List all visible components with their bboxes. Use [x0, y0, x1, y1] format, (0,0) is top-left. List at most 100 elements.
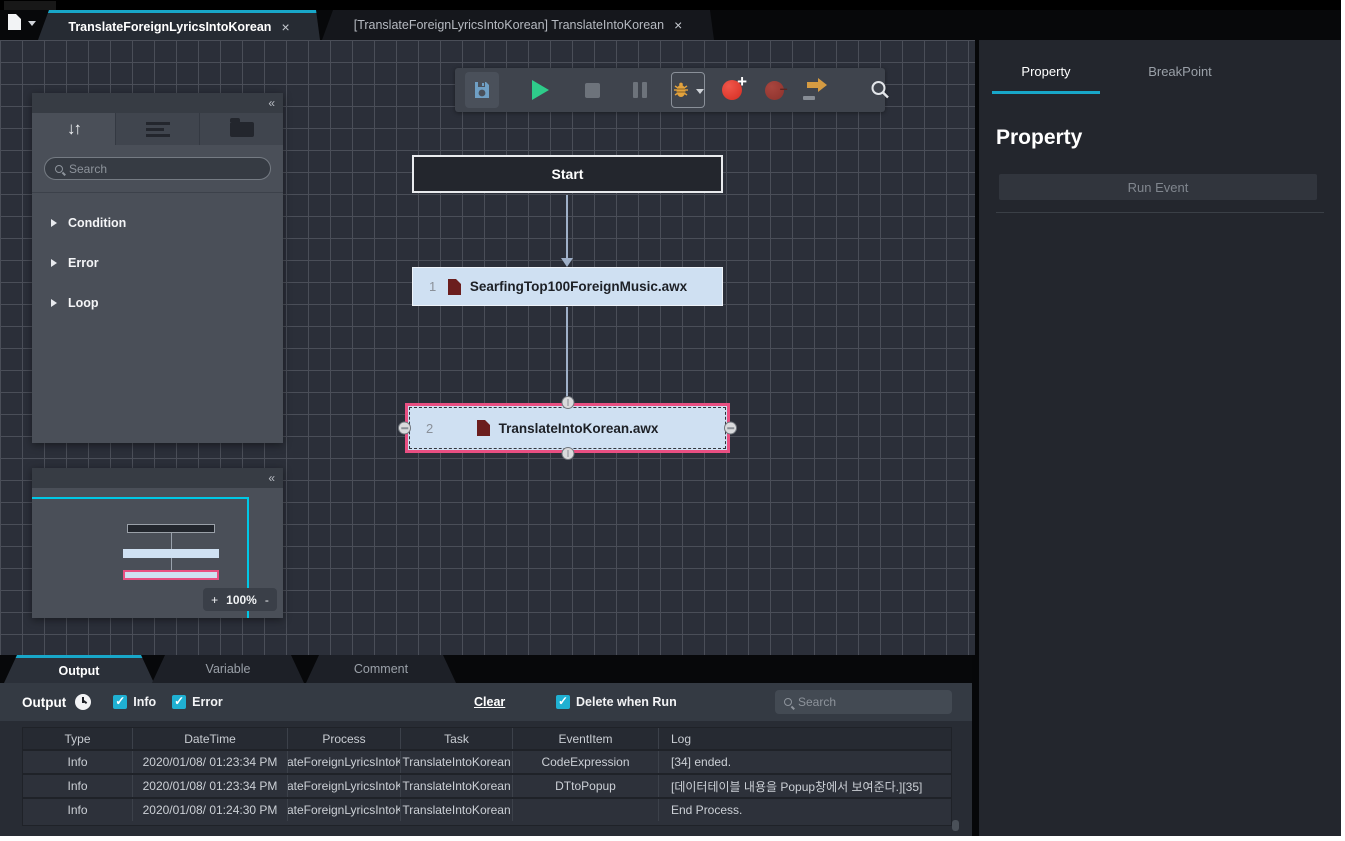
node-label: TranslateIntoKorean.awx [499, 421, 659, 436]
tree-item-condition[interactable]: Condition [32, 203, 283, 243]
remove-breakpoint-button[interactable] [757, 72, 791, 108]
tree-item-error[interactable]: Error [32, 243, 283, 283]
search-button[interactable] [863, 72, 897, 108]
column-header-datetime[interactable]: DateTime [133, 728, 288, 749]
palette-search-input[interactable] [69, 162, 260, 176]
scrollbar-thumb[interactable] [952, 820, 959, 831]
minimap-zoom-control: + 100% - [203, 588, 277, 611]
tab-breakpoint[interactable]: BreakPoint [1126, 64, 1234, 94]
save-button[interactable] [465, 72, 499, 108]
debug-button[interactable] [671, 72, 705, 108]
palette-tab-list[interactable] [115, 113, 199, 145]
palette-header: « [32, 93, 283, 113]
app-window: TranslateForeignLyricsIntoKorean × [Tran… [0, 0, 1341, 836]
table-row[interactable]: Info 2020/01/08/ 01:24:30 PM TranslateFo… [23, 797, 951, 821]
minimap-body[interactable]: + 100% - [32, 488, 283, 618]
top-menu-bar [0, 0, 1341, 10]
tree-item-loop[interactable]: Loop [32, 283, 283, 323]
output-search-input[interactable] [798, 695, 943, 709]
connection-handle-left[interactable] [398, 422, 411, 435]
node-index: 2 [426, 421, 433, 436]
node-translate-into-korean-selected[interactable]: 2 TranslateIntoKorean.awx [405, 403, 730, 453]
zoom-out-button[interactable]: - [265, 593, 269, 607]
collapse-icon[interactable]: « [268, 471, 275, 485]
add-breakpoint-button[interactable] [715, 72, 749, 108]
connector-arrowhead-icon [561, 258, 573, 267]
connector-line [566, 307, 568, 399]
tab-property[interactable]: Property [992, 64, 1100, 94]
column-header-process[interactable]: Process [288, 728, 401, 749]
tab-translate-into-korean[interactable]: [TranslateForeignLyricsIntoKorean] Trans… [322, 10, 714, 40]
cell-datetime: 2020/01/08/ 01:23:34 PM [133, 751, 288, 773]
palette-tab-sort[interactable]: ↓↑ [32, 113, 115, 145]
column-header-log[interactable]: Log [659, 728, 951, 749]
checkbox-label: Info [133, 695, 156, 709]
connector-line [566, 195, 568, 259]
connection-handle-right[interactable] [724, 422, 737, 435]
table-row[interactable]: Info 2020/01/08/ 01:23:34 PM TranslateFo… [23, 773, 951, 797]
close-icon[interactable]: × [674, 17, 682, 33]
clear-link[interactable]: Clear [474, 695, 505, 709]
play-icon [532, 80, 549, 100]
step-over-button[interactable] [799, 72, 833, 108]
connection-handle-top[interactable] [561, 396, 574, 409]
node-searfing-top100[interactable]: 1 SearfingTop100ForeignMusic.awx [412, 267, 723, 306]
checkbox-checked-icon [172, 695, 186, 709]
palette-tab-folder[interactable] [199, 113, 283, 145]
zoom-level: 100% [226, 593, 257, 607]
cell-eventitem: DTtoPopup [513, 775, 659, 797]
sort-arrows-icon: ↓↑ [67, 119, 80, 139]
tab-label: TranslateForeignLyricsIntoKorean [68, 20, 271, 34]
node-index: 1 [429, 279, 436, 294]
cell-process: TranslateForeignLyricsIntoKorean [288, 751, 401, 773]
awx-file-icon [477, 420, 490, 436]
activity-palette-panel: « ↓↑ Condition [32, 93, 283, 443]
property-panel-tabs: Property BreakPoint [992, 64, 1234, 94]
table-row[interactable]: Info 2020/01/08/ 01:23:34 PM TranslateFo… [23, 749, 951, 773]
list-icon [146, 119, 170, 140]
checkbox-label: Delete when Run [576, 695, 677, 709]
file-menu-button[interactable] [8, 14, 36, 30]
cell-eventitem: CodeExpression [513, 751, 659, 773]
tab-translate-foreign-lyrics[interactable]: TranslateForeignLyricsIntoKorean × [38, 10, 320, 40]
tab-output[interactable]: Output [4, 655, 154, 683]
column-header-type[interactable]: Type [23, 728, 133, 749]
tree-item-label: Loop [68, 296, 99, 310]
tab-variable[interactable]: Variable [152, 655, 304, 683]
zoom-in-button[interactable]: + [211, 593, 218, 607]
flow-canvas[interactable]: « ↓↑ Condition [0, 40, 975, 655]
connection-handle-bottom[interactable] [561, 447, 574, 460]
close-icon[interactable]: × [281, 19, 289, 35]
step-over-icon [803, 80, 829, 100]
filter-info-checkbox[interactable]: Info [113, 695, 156, 709]
stop-button[interactable] [575, 72, 609, 108]
cell-datetime: 2020/01/08/ 01:24:30 PM [133, 799, 288, 821]
cell-datetime: 2020/01/08/ 01:23:34 PM [133, 775, 288, 797]
column-header-eventitem[interactable]: EventItem [513, 728, 659, 749]
minimap-start-node [127, 524, 215, 533]
cell-log: [데이터테이블 내용을 Popup창에서 보여준다.][35] [659, 775, 951, 797]
add-breakpoint-icon [722, 80, 742, 100]
output-controls: Output Info Error Clear Delete when Run [0, 683, 972, 721]
folder-icon [230, 122, 254, 137]
output-panel-tabs: Output Variable Comment [0, 655, 972, 683]
filter-error-checkbox[interactable]: Error [172, 695, 223, 709]
pause-button[interactable] [623, 72, 657, 108]
awx-file-icon [448, 279, 461, 295]
delete-when-run-checkbox[interactable]: Delete when Run [556, 695, 677, 709]
run-button[interactable] [523, 72, 557, 108]
expand-caret-icon [51, 219, 57, 227]
cell-task: TranslateIntoKorean [401, 799, 513, 821]
bug-icon [672, 81, 690, 99]
clock-icon[interactable] [75, 694, 91, 710]
tab-comment[interactable]: Comment [306, 655, 456, 683]
node-start[interactable]: Start [412, 155, 723, 193]
column-header-task[interactable]: Task [401, 728, 513, 749]
collapse-icon[interactable]: « [268, 96, 275, 110]
pause-icon [633, 82, 647, 98]
run-event-button[interactable]: Run Event [999, 174, 1317, 200]
cell-process: TranslateForeignLyricsIntoKorean [288, 775, 401, 797]
checkbox-checked-icon [113, 695, 127, 709]
minimap-node-1 [123, 549, 219, 558]
search-icon [869, 79, 891, 101]
